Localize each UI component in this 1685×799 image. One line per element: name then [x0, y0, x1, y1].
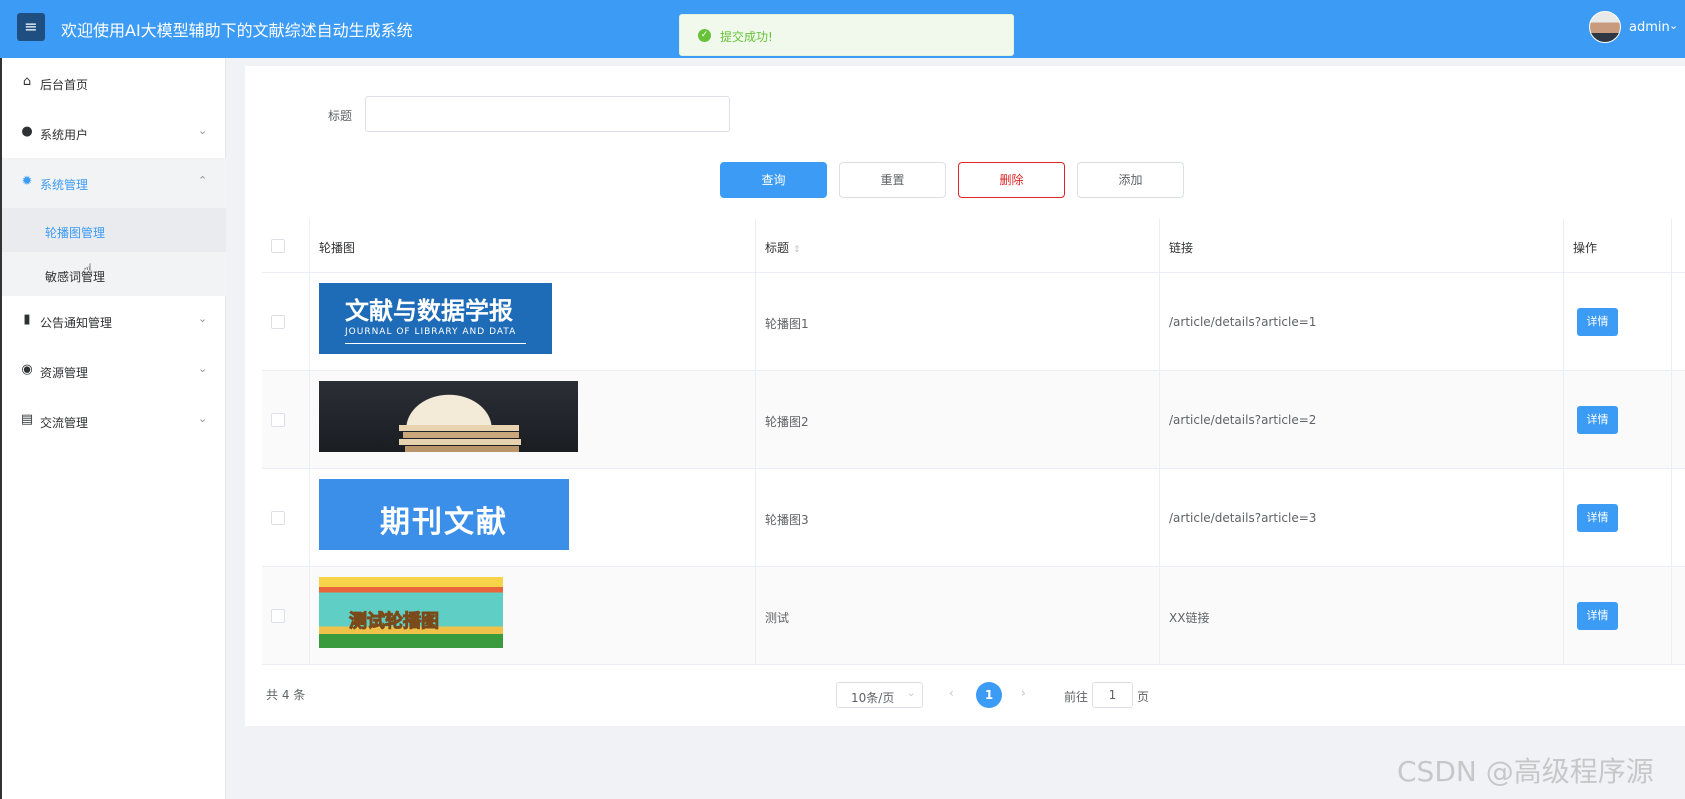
table-row: 轮播图2 /article/details?article=2 详情 [262, 371, 1685, 469]
row-link: XX链接 [1169, 611, 1210, 625]
reset-button[interactable]: 重置 [839, 162, 946, 198]
row-checkbox[interactable] [271, 315, 285, 329]
row-title: 轮播图2 [765, 415, 809, 429]
banner-image: 期刊文献 [319, 479, 569, 550]
user-name[interactable]: admin [1629, 20, 1670, 35]
banner-image: 测试轮播图 [319, 577, 503, 648]
add-button[interactable]: 添加 [1077, 162, 1184, 198]
prev-page-icon[interactable]: ‹ [949, 686, 954, 700]
resource-icon: ◉ [21, 362, 33, 377]
sidebar-item-users[interactable]: ● 系统用户 ⌄ [2, 108, 226, 158]
row-link: /article/details?article=2 [1169, 413, 1317, 427]
hamburger-icon[interactable]: ≡ [17, 13, 45, 41]
sidebar-item-label: 系统用户 [40, 128, 89, 142]
goto-page-input[interactable]: 1 [1092, 682, 1133, 708]
chevron-down-icon[interactable]: ⌄ [1669, 19, 1678, 32]
title-filter-label: 标题 [328, 109, 353, 123]
total-count: 共 4 条 [266, 688, 306, 702]
sidebar-item-label: 敏感词管理 [45, 270, 106, 284]
banner-text: 测试轮播图 [349, 611, 440, 633]
chevron-down-icon: ⌄ [198, 412, 208, 425]
chevron-down-icon: ⌄ [198, 124, 208, 137]
row-title: 轮播图1 [765, 317, 809, 331]
banner-text: 文献与数据学报 [345, 297, 513, 325]
column-header-action: 操作 [1573, 241, 1598, 255]
success-toast: ✓ 提交成功! [679, 14, 1014, 56]
sidebar-item-label: 系统管理 [40, 178, 89, 192]
page-number-current[interactable]: 1 [976, 682, 1002, 708]
mouse-cursor-icon: ☝ [83, 260, 93, 279]
sidebar-item-chat[interactable]: ▤ 交流管理 ⌄ [2, 396, 226, 446]
sidebar: ⌂ 后台首页 ● 系统用户 ⌄ ✹ 系统管理 ⌃ 轮播图管理 敏感词管理 ▮ 公… [0, 58, 226, 799]
next-page-icon[interactable]: › [1021, 686, 1026, 700]
title-filter-input[interactable] [365, 96, 730, 132]
row-link: /article/details?article=3 [1169, 511, 1317, 525]
sidebar-item-label: 轮播图管理 [45, 226, 106, 240]
sidebar-item-label: 后台首页 [40, 78, 89, 92]
column-header-image: 轮播图 [319, 241, 356, 255]
sidebar-item-system[interactable]: ✹ 系统管理 ⌃ [2, 158, 226, 208]
chevron-up-icon: ⌃ [198, 174, 208, 187]
chevron-down-icon: ⌄ [907, 688, 916, 699]
home-icon: ⌂ [22, 74, 32, 89]
banner-image [319, 381, 578, 452]
sidebar-item-label: 资源管理 [40, 366, 89, 380]
table-row: 期刊文献 轮播图3 /article/details?article=3 详情 [262, 469, 1685, 567]
banner-subtext: JOURNAL OF LIBRARY AND DATA [345, 327, 517, 337]
row-title: 轮播图3 [765, 513, 809, 527]
gear-icon: ✹ [21, 174, 33, 189]
detail-button[interactable]: 详情 [1577, 308, 1618, 336]
sidebar-item-home[interactable]: ⌂ 后台首页 [2, 58, 226, 108]
delete-button[interactable]: 删除 [958, 162, 1065, 198]
sort-icon[interactable]: ⇕ [793, 245, 801, 255]
sidebar-subitem-sensitive-words[interactable]: 敏感词管理 [2, 252, 226, 296]
select-all-checkbox[interactable] [271, 239, 285, 253]
toast-message: 提交成功! [720, 30, 773, 44]
banner-image: 文献与数据学报 JOURNAL OF LIBRARY AND DATA [319, 283, 552, 354]
row-link: /article/details?article=1 [1169, 315, 1317, 329]
chevron-down-icon: ⌄ [198, 312, 208, 325]
watermark: CSDN @高级程序源 [1397, 755, 1654, 788]
sidebar-item-resource[interactable]: ◉ 资源管理 ⌄ [2, 346, 226, 396]
table-row: 文献与数据学报 JOURNAL OF LIBRARY AND DATA 轮播图1… [262, 273, 1685, 371]
check-circle-icon: ✓ [698, 29, 711, 42]
column-header-link: 链接 [1169, 241, 1194, 255]
top-header: ≡ 欢迎使用AI大模型辅助下的文献综述自动生成系统 ✓ 提交成功! admin … [0, 0, 1685, 58]
column-header-title: 标题 ⇕ [765, 241, 801, 255]
sidebar-subitem-banner[interactable]: 轮播图管理 [2, 208, 226, 252]
page-size-select[interactable]: 10条/页 ⌄ [836, 682, 923, 708]
goto-suffix: 页 [1137, 690, 1150, 704]
sidebar-item-label: 公告通知管理 [40, 316, 113, 330]
app-title: 欢迎使用AI大模型辅助下的文献综述自动生成系统 [61, 21, 413, 40]
chat-icon: ▤ [20, 412, 34, 427]
row-title: 测试 [765, 611, 790, 625]
query-button[interactable]: 查询 [720, 162, 827, 198]
goto-label: 前往 [1064, 690, 1089, 704]
row-checkbox[interactable] [271, 511, 285, 525]
detail-button[interactable]: 详情 [1577, 602, 1618, 630]
row-checkbox[interactable] [271, 609, 285, 623]
page-size-value: 10条/页 [851, 691, 895, 705]
row-checkbox[interactable] [271, 413, 285, 427]
table-row: 测试轮播图 测试 XX链接 详情 [262, 567, 1685, 665]
sidebar-item-label: 交流管理 [40, 416, 89, 430]
sidebar-item-notice[interactable]: ▮ 公告通知管理 ⌄ [2, 296, 226, 346]
table-header-row: 轮播图 标题 ⇕ 链接 操作 [262, 219, 1685, 273]
column-header-title-cell[interactable]: 标题 ⇕ [756, 219, 1160, 272]
user-icon: ● [21, 124, 33, 139]
banner-text: 期刊文献 [380, 505, 508, 540]
notice-icon: ▮ [23, 312, 31, 327]
detail-button[interactable]: 详情 [1577, 504, 1618, 532]
detail-button[interactable]: 详情 [1577, 406, 1618, 434]
chevron-down-icon: ⌄ [198, 362, 208, 375]
avatar[interactable] [1589, 11, 1621, 43]
